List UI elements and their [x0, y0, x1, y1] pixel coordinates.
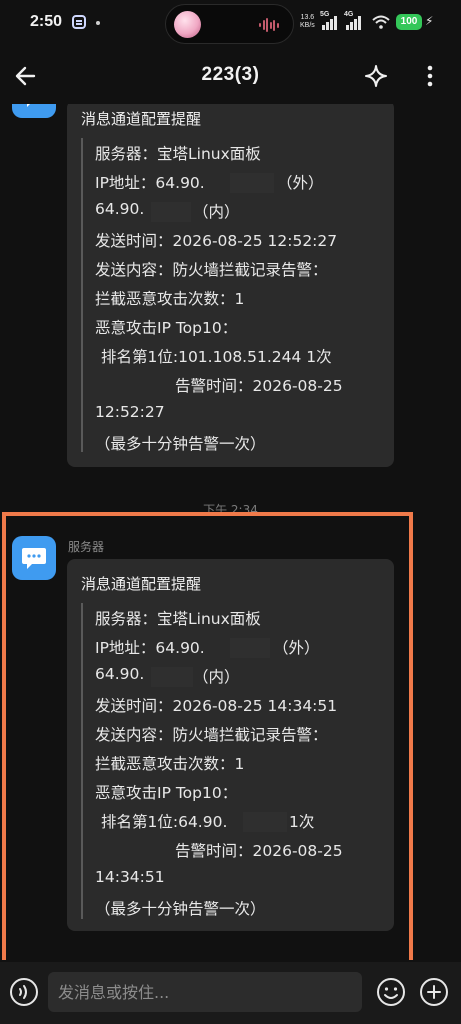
message-line: 服务器：宝塔Linux面板: [95, 145, 261, 163]
message-line: 12:52:27: [95, 403, 165, 421]
message-line: 发送内容：防火墙拦截记录告警：: [95, 261, 328, 279]
redaction-mask: [230, 173, 274, 193]
message-line: （外）: [277, 174, 324, 192]
message-quote: 服务器：宝塔Linux面板 IP地址：64.90. （外） 64.90. （内）…: [81, 138, 381, 453]
voice-icon[interactable]: [8, 976, 40, 1008]
charging-icon: ⚡: [425, 14, 434, 28]
status-bar: 2:50 13.6 KB/s 5G 4G 100 ⚡: [0, 0, 461, 48]
music-wave-icon: [259, 18, 279, 32]
message-line: 发送时间：2026-08-25 12:52:27: [95, 232, 338, 250]
message-bubble[interactable]: 消息通道配置提醒 服务器：宝塔Linux面板 IP地址：64.90. （外） 6…: [67, 104, 394, 467]
chat-area[interactable]: 消息通道配置提醒 服务器：宝塔Linux面板 IP地址：64.90. （外） 6…: [0, 104, 461, 960]
message-line: 排名第1位:101.108.51.244 1次: [101, 348, 332, 366]
chat-header: 223(3): [0, 48, 461, 104]
status-dot: [96, 21, 100, 25]
message-line: 恶意攻击IP Top10：: [95, 319, 238, 337]
more-vertical-icon[interactable]: [420, 62, 440, 90]
highlight-frame: [2, 512, 413, 960]
sender-avatar[interactable]: [12, 104, 56, 118]
chat-bubble-icon: [27, 104, 30, 107]
status-time: 2:50: [30, 13, 63, 30]
dynamic-island[interactable]: [165, 4, 294, 44]
message-title: 消息通道配置提醒: [81, 110, 202, 128]
wifi-icon: [372, 15, 390, 29]
message-input[interactable]: [48, 972, 362, 1012]
emoji-icon[interactable]: [375, 976, 407, 1008]
net-speed: 13.6 KB/s: [300, 14, 315, 30]
message-line: 告警时间：2026-08-25: [175, 377, 343, 395]
input-bar: [0, 962, 461, 1024]
sparkle-icon[interactable]: [364, 64, 388, 88]
net-speed-value: 13.6: [300, 14, 315, 21]
battery-icon: 100: [396, 14, 422, 30]
app-notification-icon: [72, 15, 86, 29]
message-line: （最多十分钟告警一次）: [95, 435, 266, 453]
signal-icon: [322, 14, 340, 30]
message-line: 拦截恶意攻击次数：1: [95, 290, 245, 308]
message-line: （内）: [193, 203, 240, 221]
signal-icon-2: [346, 14, 364, 30]
plus-icon[interactable]: [418, 976, 450, 1008]
message-line: IP地址：64.90.: [95, 174, 205, 192]
net-speed-unit: KB/s: [300, 22, 315, 29]
music-cover-avatar: [174, 11, 201, 38]
chat-title: 223(3): [201, 64, 260, 85]
redaction-mask: [151, 202, 191, 222]
message-line: 64.90.: [95, 200, 145, 218]
